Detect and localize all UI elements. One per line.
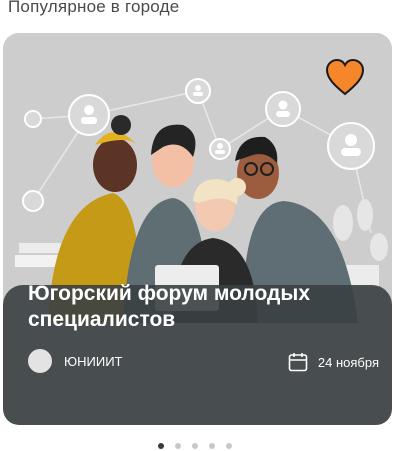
heart-icon — [325, 58, 365, 96]
carousel-pagination — [158, 443, 232, 449]
calendar-icon — [288, 353, 308, 372]
section-title: Популярное в городе — [8, 0, 180, 16]
pagination-dot[interactable] — [175, 443, 181, 449]
organizer-name: ЮНИИИТ — [64, 353, 123, 369]
pagination-dot[interactable] — [192, 443, 198, 449]
organizer[interactable]: ЮНИИИТ — [28, 348, 123, 374]
organizer-avatar — [28, 349, 52, 373]
pagination-dot[interactable] — [209, 443, 215, 449]
pagination-dot[interactable] — [158, 443, 164, 449]
favorite-button[interactable] — [324, 57, 366, 97]
event-title[interactable]: Югорский форум молодых специалистов — [28, 281, 368, 333]
event-date-text: 24 ноября — [317, 354, 379, 370]
event-date: 24 ноября — [288, 350, 379, 374]
pagination-dot[interactable] — [226, 443, 232, 449]
